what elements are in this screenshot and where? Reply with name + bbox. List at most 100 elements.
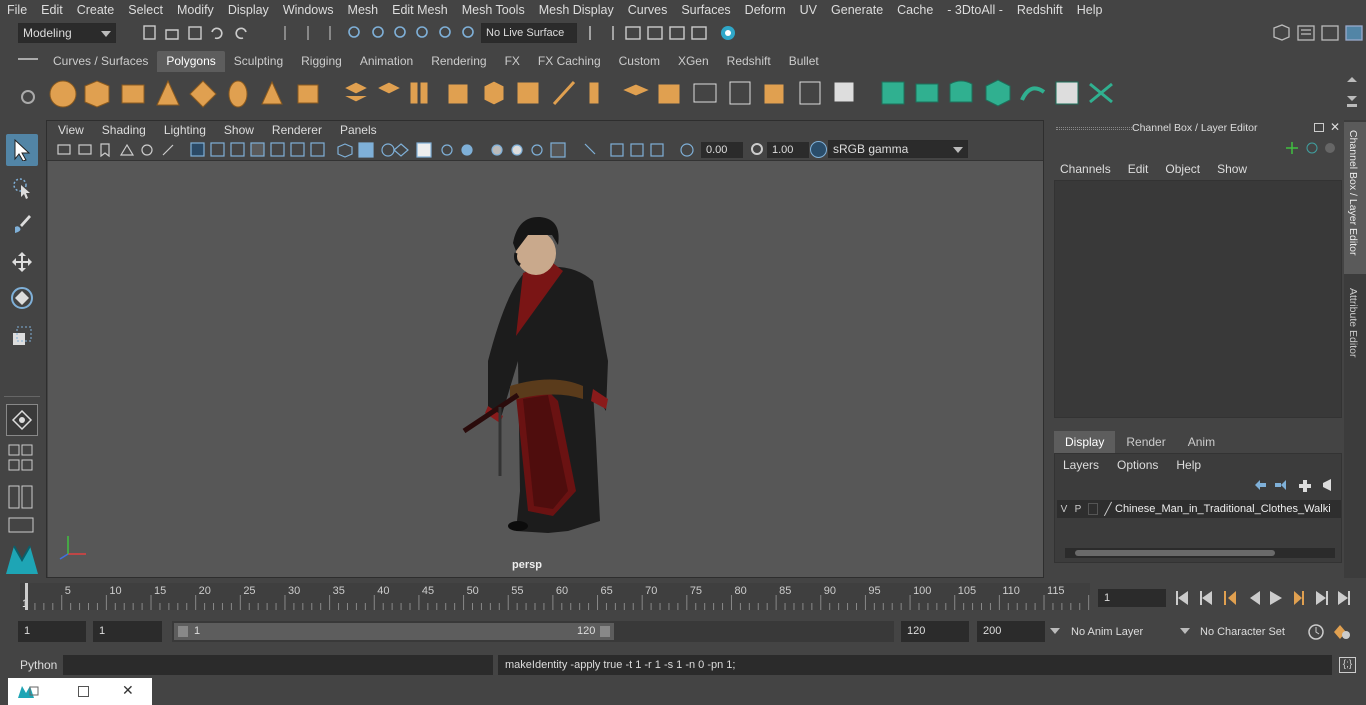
perspective-viewport[interactable]: persp <box>48 161 1043 577</box>
character-model[interactable] <box>48 161 1043 577</box>
menu-surfaces[interactable]: Surfaces <box>674 3 737 17</box>
layer-playback-toggle[interactable]: P <box>1071 504 1085 515</box>
menu-generate[interactable]: Generate <box>824 3 890 17</box>
viewport-tool-icons[interactable] <box>55 141 695 159</box>
viewport-menu-renderer[interactable]: Renderer <box>263 123 331 137</box>
live-surface-field[interactable]: No Live Surface <box>481 23 577 43</box>
close-icon[interactable]: ✕ <box>1330 120 1340 134</box>
anim-prefs-icons[interactable] <box>1306 621 1360 643</box>
mode-dropdown[interactable]: Modeling <box>18 23 116 43</box>
layer-scrollbar[interactable] <box>1065 548 1335 558</box>
character-set-dropdown[interactable]: No Character Set <box>1196 621 1298 642</box>
playback-controls[interactable] <box>1174 588 1360 608</box>
select-tool-button[interactable] <box>6 134 38 166</box>
color-management-icon[interactable] <box>810 141 827 158</box>
menu-modify[interactable]: Modify <box>170 3 221 17</box>
colorspace-dropdown[interactable]: sRGB gamma <box>828 140 968 158</box>
range-slider[interactable]: 1 120 <box>172 621 894 642</box>
tab-render[interactable]: Render <box>1115 431 1176 453</box>
viewport-menu-view[interactable]: View <box>49 123 93 137</box>
playback-start-field[interactable]: 1 <box>93 621 162 642</box>
paint-select-button[interactable] <box>6 208 38 240</box>
layer-color-swatch[interactable] <box>1088 503 1098 515</box>
layer-visibility-toggle[interactable]: V <box>1057 504 1071 515</box>
viewport-menu-lighting[interactable]: Lighting <box>155 123 215 137</box>
time-slider[interactable]: 5 10 15 20 25 30 35 40 45 50 55 60 65 70 75 80 85 90 95 100… <box>20 583 1104 610</box>
end-time-field[interactable]: 200 <box>977 621 1045 642</box>
tab-anim[interactable]: Anim <box>1177 431 1226 453</box>
snap-settings-button[interactable] <box>6 404 38 436</box>
maximize-icon[interactable] <box>78 686 89 697</box>
command-input[interactable] <box>63 655 493 675</box>
menu-edit-mesh[interactable]: Edit Mesh <box>385 3 455 17</box>
menu-redshift[interactable]: Redshift <box>1010 3 1070 17</box>
shelf-scroll-icon[interactable] <box>1346 76 1358 110</box>
start-time-field[interactable]: 1 <box>18 621 86 642</box>
shelf-tab-rendering[interactable]: Rendering <box>422 51 495 72</box>
tab-display[interactable]: Display <box>1054 431 1116 453</box>
gamma-field[interactable]: 1.00 <box>767 142 809 158</box>
layer-menu-options[interactable]: Options <box>1117 458 1158 472</box>
shelf-tab-bullet[interactable]: Bullet <box>780 51 828 72</box>
exposure-field[interactable]: 0.00 <box>701 142 743 158</box>
playback-end-field[interactable]: 120 <box>901 621 969 642</box>
channel-list[interactable] <box>1054 180 1342 418</box>
gear-icon[interactable] <box>21 90 35 104</box>
range-start-handle[interactable] <box>178 626 188 637</box>
shelf-tab-curves-surfaces[interactable]: Curves / Surfaces <box>44 51 157 72</box>
script-editor-icon[interactable]: {;} <box>1339 657 1356 673</box>
channel-box-menu-edit[interactable]: Edit <box>1128 162 1149 176</box>
shelf-tab-fx-caching[interactable]: FX Caching <box>529 51 610 72</box>
scale-tool-button[interactable] <box>6 320 38 352</box>
menu-uv[interactable]: UV <box>793 3 824 17</box>
close-icon[interactable]: ✕ <box>122 682 134 699</box>
gamma-icon[interactable] <box>751 143 763 155</box>
layer-row[interactable]: V P ╱ Chinese_Man_in_Traditional_Clothes… <box>1057 500 1341 518</box>
rotate-tool-button[interactable] <box>6 282 38 314</box>
render-icons[interactable] <box>586 24 746 42</box>
menu-display[interactable]: Display <box>221 3 276 17</box>
tab-attribute-editor[interactable]: Attribute Editor <box>1344 280 1366 380</box>
channel-box-menu-object[interactable]: Object <box>1165 162 1200 176</box>
menu-create[interactable]: Create <box>70 3 122 17</box>
shelf-tab-rigging[interactable]: Rigging <box>292 51 351 72</box>
shelf-tab-sculpting[interactable]: Sculpting <box>225 51 292 72</box>
menu-edit[interactable]: Edit <box>34 3 70 17</box>
menu-mesh-tools[interactable]: Mesh Tools <box>455 3 532 17</box>
range-slider-bar[interactable]: 1 120 <box>174 623 614 640</box>
menu-cache[interactable]: Cache <box>890 3 940 17</box>
chevron-down-icon[interactable] <box>1180 628 1190 634</box>
range-end-handle[interactable] <box>600 626 610 637</box>
layer-menu-help[interactable]: Help <box>1176 458 1201 472</box>
playhead[interactable] <box>25 583 28 610</box>
polygon-shelf[interactable] <box>44 76 1124 112</box>
workspace-icons[interactable] <box>1270 23 1366 43</box>
shelf-tab-animation[interactable]: Animation <box>351 51 422 72</box>
tab-channel-box[interactable]: Channel Box / Layer Editor <box>1344 122 1366 274</box>
menu-windows[interactable]: Windows <box>276 3 341 17</box>
chevron-down-icon[interactable] <box>1050 628 1060 634</box>
menu-file[interactable]: File <box>0 3 34 17</box>
shelf-tab-polygons[interactable]: Polygons <box>157 51 225 72</box>
menu-3dtoall[interactable]: - 3DtoAll - <box>940 3 1010 17</box>
menu-deform[interactable]: Deform <box>738 3 793 17</box>
channel-box-menu-show[interactable]: Show <box>1217 162 1247 176</box>
viewport-menu-show[interactable]: Show <box>215 123 263 137</box>
viewport-menu-panels[interactable]: Panels <box>331 123 386 137</box>
layer-menu-layers[interactable]: Layers <box>1063 458 1099 472</box>
shelf-menu-icon[interactable] <box>18 58 38 60</box>
menu-mesh-display[interactable]: Mesh Display <box>532 3 621 17</box>
float-icon[interactable] <box>1314 123 1324 132</box>
menu-curves[interactable]: Curves <box>621 3 675 17</box>
menu-mesh[interactable]: Mesh <box>341 3 386 17</box>
shelf-tab-custom[interactable]: Custom <box>610 51 669 72</box>
move-tool-button[interactable] <box>6 246 38 278</box>
shelf-tab-xgen[interactable]: XGen <box>669 51 718 72</box>
channel-box-menu-channels[interactable]: Channels <box>1060 162 1111 176</box>
channel-box-icons[interactable] <box>1284 140 1340 156</box>
shelf-tab-fx[interactable]: FX <box>496 51 529 72</box>
script-language-label[interactable]: Python <box>20 658 57 672</box>
menu-select[interactable]: Select <box>121 3 170 17</box>
layout-icons[interactable] <box>8 444 38 534</box>
viewport-menu-shading[interactable]: Shading <box>93 123 155 137</box>
